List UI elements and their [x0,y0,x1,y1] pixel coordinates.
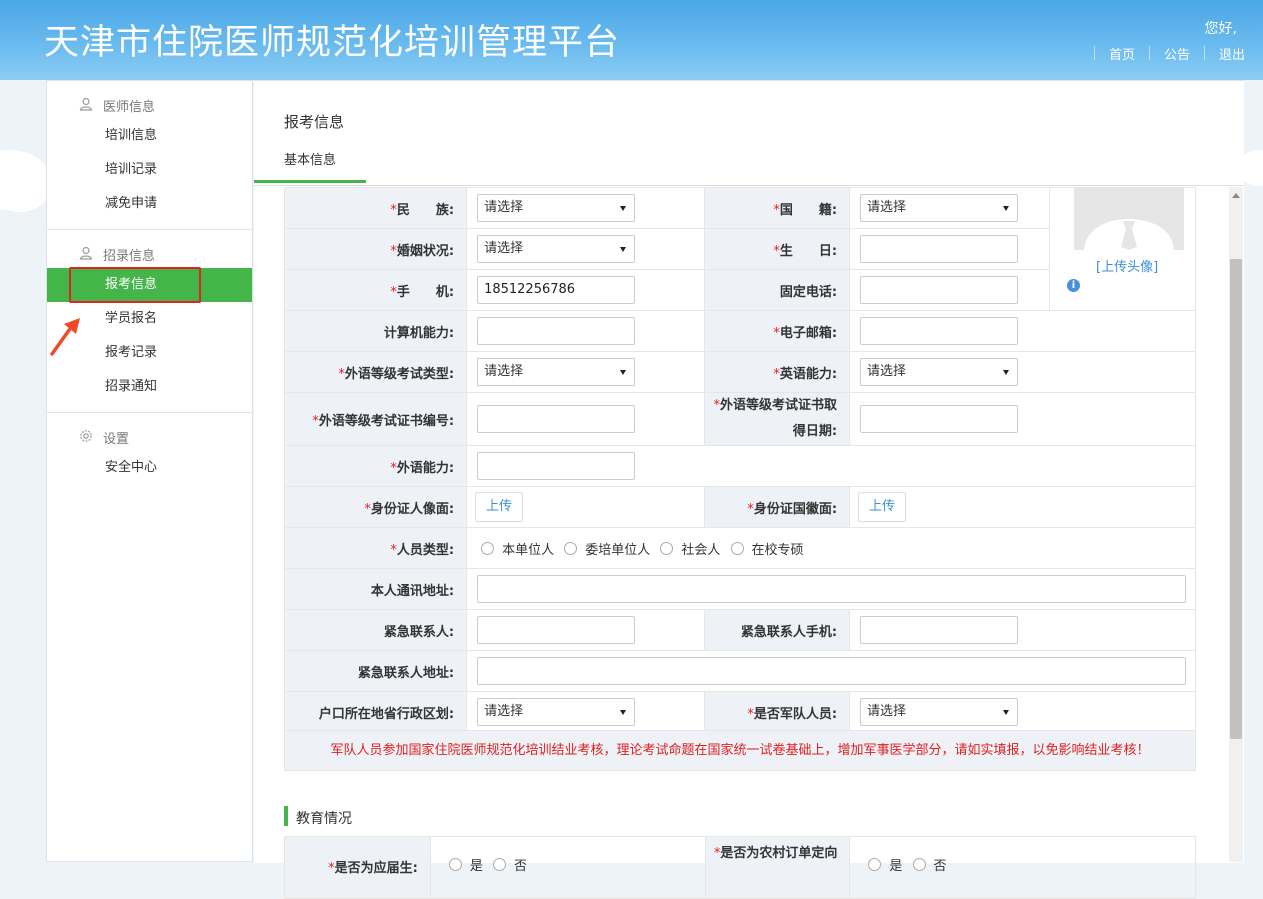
sidebar-group-label: 招录信息 [103,249,156,264]
red-arrow-annotation [50,318,80,356]
emergency-address-input[interactable] [477,657,1187,685]
emergency-contact-label: 紧急联系人: [383,624,455,640]
emergency-phone-label: 紧急联系人手机: [740,624,838,640]
greeting: 您好, [1204,21,1237,37]
lang-cert-date-label: 外语等级考试证书取得日期: [720,398,838,439]
nav-logout-link[interactable]: 退出 [1205,44,1245,63]
lang-ability-label: 外语能力: [396,460,455,476]
scrollbar-thumb[interactable] [1230,259,1242,739]
sidebar-item-exemption[interactable]: 减免申请 [47,187,252,221]
sidebar-group-doctor: 医师信息 [47,89,252,119]
sidebar-group-recruit: 招录信息 [47,238,252,268]
id-back-upload-button[interactable]: 上传 [858,492,907,522]
fresh-graduate-no-radio[interactable] [493,858,506,871]
birthday-label: 生 日: [779,243,838,259]
rural-order-label: 是否为农村订单定向 [720,846,838,861]
landline-input[interactable] [860,276,1019,304]
sidebar-item-training-info[interactable]: 培训信息 [47,119,252,153]
sidebar-item-training-record[interactable]: 培训记录 [47,153,252,187]
emergency-contact-input[interactable] [477,616,636,644]
lang-exam-type-select[interactable]: 请选择 [477,358,636,386]
fresh-graduate-label: 是否为应届生: [334,861,418,876]
scrollbar[interactable] [1229,187,1243,862]
nav-home-link[interactable]: 首页 [1095,44,1149,63]
military-notice: 军队人员参加国家住院医师规范化培训结业考核，理论考试命题在国家统一试卷基础上，增… [284,730,1196,771]
military-label: 是否军队人员: [753,706,838,722]
computer-input[interactable] [477,317,636,345]
person-type-radio-3[interactable] [660,541,674,555]
person-type-radio-2[interactable] [564,541,578,555]
email-input[interactable] [860,317,1019,345]
english-label: 英语能力: [779,366,838,382]
nationality-label: 国 籍: [779,202,838,218]
address-label: 本人通讯地址: [370,583,455,599]
person-type-radio-4[interactable] [730,541,744,555]
gear-icon [80,430,92,442]
user-icon [79,246,93,260]
marital-select[interactable]: 请选择 [477,235,636,263]
top-nav: 首页 公告 退出 [1093,44,1245,63]
english-select[interactable]: 请选择 [860,358,1019,386]
id-front-upload-button[interactable]: 上传 [475,492,524,522]
person-type-radio-1[interactable] [481,541,495,555]
ethnic-select[interactable]: 请选择 [477,194,636,222]
birthday-input[interactable] [860,235,1019,263]
mobile-input[interactable]: 18512256786 [477,276,636,304]
lang-cert-no-input[interactable] [477,405,636,433]
sidebar-item-security[interactable]: 安全中心 [47,451,252,485]
computer-label: 计算机能力: [383,325,455,341]
rural-order-no-radio[interactable] [912,858,926,871]
education-form: *是否为应届生: 是 否 *是否为农村订单定向 是 否 [284,836,1196,899]
address-input[interactable] [477,575,1187,603]
lang-ability-input[interactable] [477,452,636,480]
mobile-label: 手 机: [396,284,455,300]
lang-cert-date-input[interactable] [860,405,1019,433]
basic-info-form: *民 族: 请选择 *国 籍: 请选择 *婚姻状况: 请选择 *生 日: *手 … [283,187,1196,733]
info-icon[interactable]: i [1067,279,1080,292]
ethnic-label: 民 族: [396,202,455,218]
emergency-phone-input[interactable] [860,616,1019,644]
upload-avatar-link[interactable]: [上传头像] [1096,256,1158,275]
tab-basic-info[interactable]: 基本信息 [254,147,366,183]
hukou-select[interactable]: 请选择 [477,698,636,726]
person-type-label: 人员类型: [396,542,455,558]
rural-order-yes-radio[interactable] [868,858,882,871]
sidebar-item-exam-info[interactable]: 报考信息 [47,267,252,303]
sidebar-group-label: 设置 [103,432,130,447]
sidebar-group-settings: 设置 [47,421,252,451]
military-select[interactable]: 请选择 [860,698,1019,726]
sidebar-group-label: 医师信息 [103,100,156,115]
emergency-address-label: 紧急联系人地址: [357,665,455,681]
nationality-select[interactable]: 请选择 [860,194,1019,222]
lang-exam-type-label: 外语等级考试类型: [344,366,455,382]
fresh-graduate-yes-radio[interactable] [448,858,462,871]
scroll-up-icon[interactable] [1232,193,1240,198]
id-back-label: 身份证国徽面: [753,501,838,517]
cloud-decoration [0,162,50,212]
landline-label: 固定电话: [779,284,838,300]
lang-cert-no-label: 外语等级考试证书编号: [318,413,455,429]
hukou-label: 户口所在地省行政区划: [318,706,455,722]
marital-label: 婚姻状况: [396,243,455,259]
nav-notice-link[interactable]: 公告 [1150,44,1204,63]
avatar-placeholder [1074,187,1184,250]
id-front-label: 身份证人像面: [370,501,455,517]
page-title: 报考信息 [284,113,345,131]
user-icon [79,97,93,111]
sidebar-item-recruit-notice[interactable]: 招录通知 [47,370,252,404]
app-title: 天津市住院医师规范化培训管理平台 [44,23,621,63]
header: 天津市住院医师规范化培训管理平台 您好, 首页 公告 退出 [0,0,1263,210]
email-label: 电子邮箱: [779,325,838,341]
avatar-icon [1084,219,1174,250]
sidebar: 医师信息 培训信息 培训记录 减免申请 招录信息 报考信息 学员报名 报考记录 … [46,80,253,862]
